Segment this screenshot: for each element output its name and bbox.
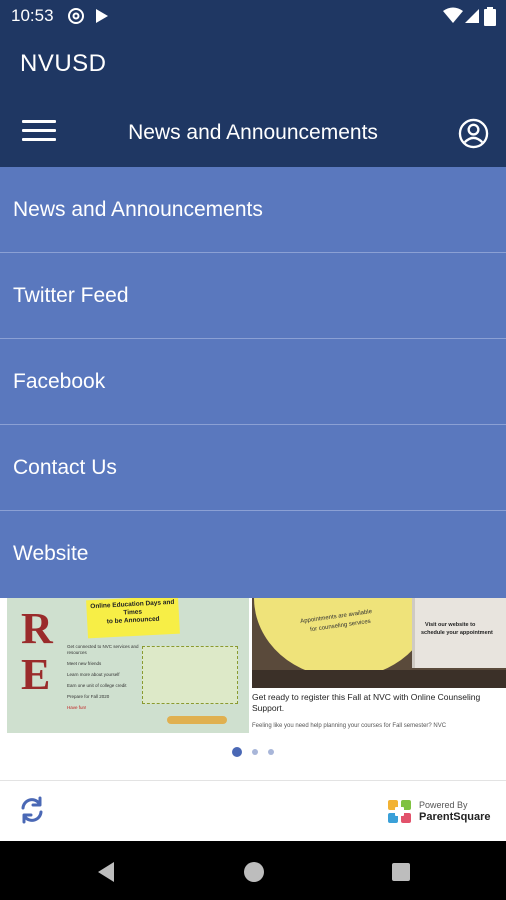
brand-name: ParentSquare xyxy=(419,811,491,823)
news-carousel: IRE Online Education Days and Times to b… xyxy=(0,598,506,780)
menu-item-news-and-announcements[interactable]: News and Announcements xyxy=(0,167,506,253)
app-title: NVUSD xyxy=(20,50,107,77)
carousel-dot[interactable] xyxy=(232,746,242,757)
flyer-bullet-list: Get connected to NVC services and resour… xyxy=(67,644,152,711)
flyer-bullet: Have fun! xyxy=(67,705,87,710)
menu-item-twitter-feed[interactable]: Twitter Feed xyxy=(0,253,506,339)
status-time: 10:53 xyxy=(11,6,54,25)
carousel-dot[interactable] xyxy=(252,748,258,755)
photo-screen: Visit our website to schedule your appoi… xyxy=(412,598,506,668)
signal-icon xyxy=(465,9,479,23)
photo-ground xyxy=(252,670,506,688)
carousel-pagination xyxy=(0,743,506,761)
parentsquare-logo-icon xyxy=(388,800,411,823)
flyer-heading: IRE xyxy=(21,598,53,699)
powered-by-parentsquare[interactable]: Powered By ParentSquare xyxy=(388,798,500,826)
system-navigation-bar xyxy=(0,841,506,900)
news-card-caption: Get ready to register this Fall at NVC w… xyxy=(252,692,481,713)
menu-item-contact-us[interactable]: Contact Us xyxy=(0,425,506,511)
flyer-bullet: Prepare for Fall 2020 xyxy=(67,694,110,699)
home-icon[interactable] xyxy=(243,861,265,883)
back-icon[interactable] xyxy=(96,861,116,883)
account-circle-icon[interactable] xyxy=(458,118,489,149)
battery-icon xyxy=(484,7,496,26)
at-sign-icon xyxy=(68,8,84,24)
photo-yellow-sign xyxy=(254,598,434,678)
navigation-menu: News and Announcements Twitter Feed Face… xyxy=(0,167,506,598)
photo-screen-line-1: Visit our website to xyxy=(425,622,476,628)
app-bar: NVUSD News and Announcements xyxy=(0,32,506,167)
flyer-sticky-note: Online Education Days and Times to be An… xyxy=(86,598,180,639)
wifi-icon xyxy=(443,7,463,23)
photo-screen-line-2: schedule your appointment xyxy=(421,630,493,636)
status-bar: 10:53 xyxy=(0,0,506,32)
menu-item-website[interactable]: Website xyxy=(0,511,506,597)
counseling-photo: Appointments are available for counselin… xyxy=(252,598,506,688)
flyer-bullet: Earn one unit of college credit xyxy=(67,683,127,688)
carousel-dot[interactable] xyxy=(268,748,274,755)
refresh-icon[interactable] xyxy=(16,794,48,826)
flyer-decoration xyxy=(167,716,227,724)
page-title: News and Announcements xyxy=(128,121,378,144)
menu-item-facebook[interactable]: Facebook xyxy=(0,339,506,425)
news-card-flyer[interactable]: IRE Online Education Days and Times to b… xyxy=(7,598,249,733)
news-card-counseling[interactable]: Appointments are available for counselin… xyxy=(252,598,506,733)
bottom-bar: Powered By ParentSquare xyxy=(0,780,506,841)
play-store-icon xyxy=(96,9,108,23)
news-card-subcaption: Feeling like you need help planning your… xyxy=(252,723,447,729)
powered-by-label: Powered By xyxy=(419,800,468,810)
flyer-bullet: Get connected to NVC services and resour… xyxy=(67,644,139,655)
flyer-bullet: Meet new friends xyxy=(67,661,102,666)
flyer-bullet: Learn more about yourself xyxy=(67,672,120,677)
flyer-info-box xyxy=(142,646,238,704)
recent-apps-icon[interactable] xyxy=(391,861,411,883)
